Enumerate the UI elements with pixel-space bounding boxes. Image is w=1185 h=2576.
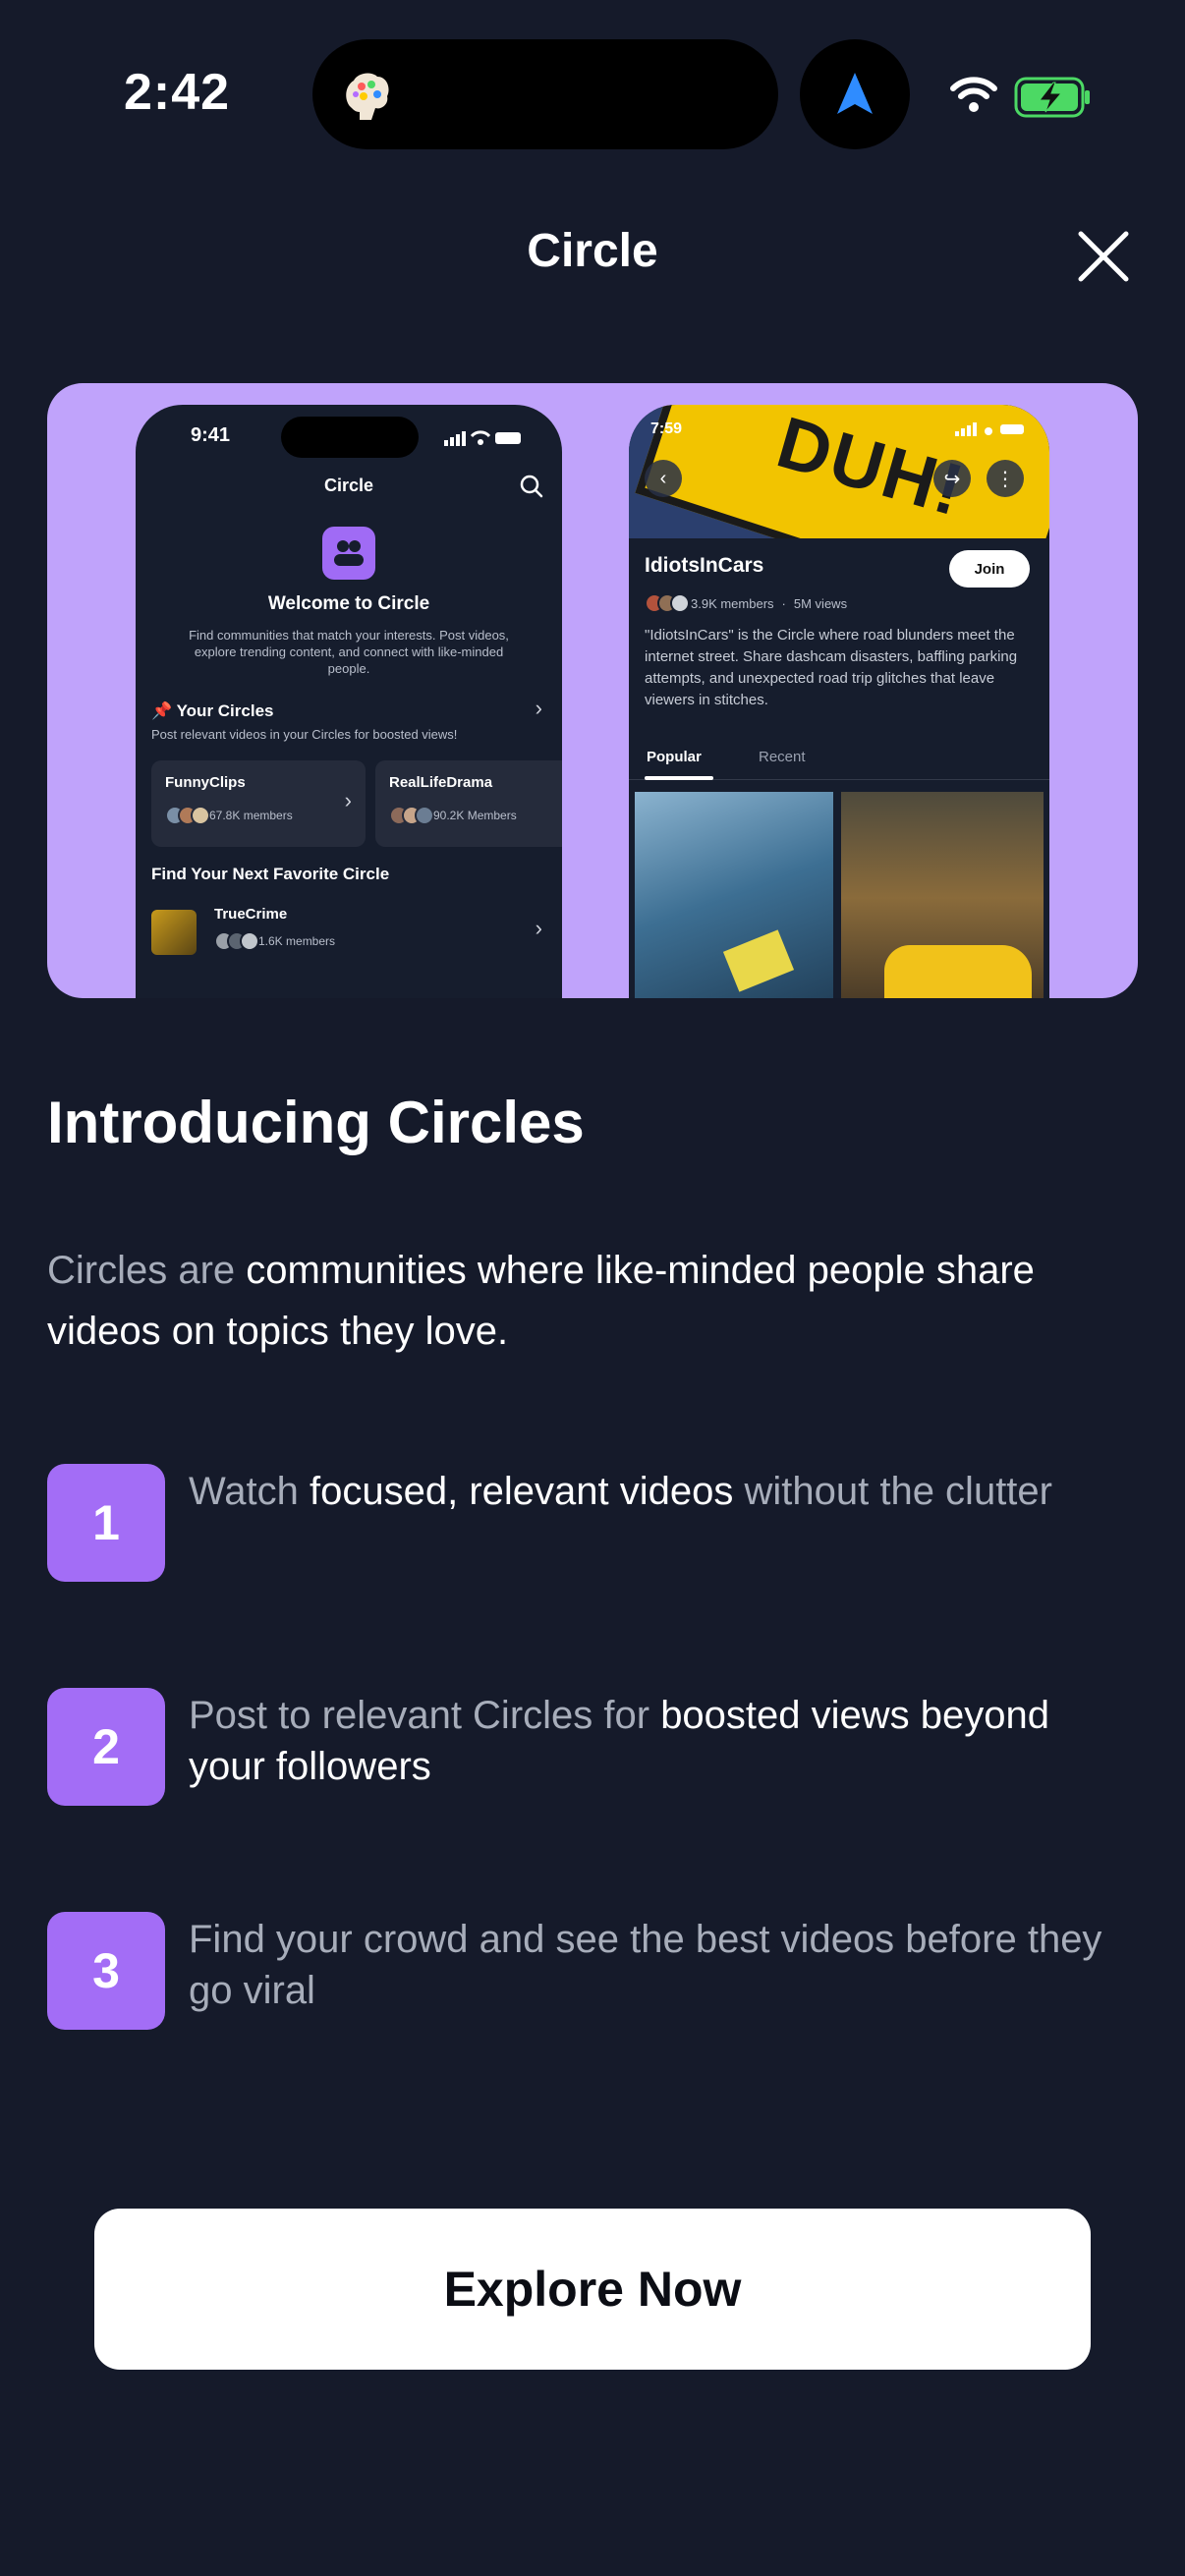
- mockup-island: [281, 417, 419, 458]
- close-icon: [1078, 231, 1129, 282]
- chevron-right-icon: ›: [535, 916, 542, 940]
- circle-description: "IdiotsInCars" is the Circle where road …: [645, 627, 1018, 708]
- mockup-circle-card: FunnyClips 67.8K members ›: [151, 760, 366, 847]
- share-icon: ↪: [933, 460, 971, 497]
- card-meta: 90.2K Members: [389, 806, 517, 825]
- brain-app-icon: [338, 65, 397, 124]
- step-text: Watch focused, relevant videos without t…: [189, 1470, 1052, 1513]
- mockup-circle-card: RealLifeDrama 90.2K Members: [375, 760, 562, 847]
- mockup-time: 7:59: [650, 420, 683, 437]
- member-avatars: [165, 806, 210, 825]
- step-number-badge: 3: [47, 1912, 165, 2030]
- card-name: RealLifeDrama: [389, 774, 493, 791]
- step-text: Post to relevant Circles for boosted vie…: [189, 1694, 1050, 1788]
- phone-mockup-circle: DUH! 7:59 ‹ ↪ ⋮ IdiotsInCars Join 3.9K m…: [629, 405, 1049, 998]
- step-text: Find your crowd and see the best videos …: [189, 1918, 1102, 2012]
- video-thumbnail: [841, 792, 1044, 998]
- join-button-mockup: Join: [949, 550, 1030, 588]
- chevron-right-icon: ›: [535, 696, 542, 720]
- circle-thumbnail: [151, 910, 197, 955]
- feature-step: 3 Find your crowd and see the best video…: [47, 1912, 1138, 2030]
- suggested-name: TrueCrime: [214, 906, 288, 923]
- back-icon: ‹: [645, 460, 682, 497]
- mockup-welcome: Welcome to Circle: [267, 593, 430, 614]
- member-avatars: [389, 806, 434, 825]
- pin-icon: 📌: [151, 701, 173, 720]
- status-time: 2:42: [124, 64, 231, 121]
- circle-meta: 3.9K members · 5M views: [645, 593, 847, 613]
- member-avatars: [214, 931, 259, 951]
- dynamic-island: [312, 39, 778, 149]
- mockup-your-circles: 📌 Your Circles: [151, 701, 274, 720]
- feature-step: 2 Post to relevant Circles for boosted v…: [47, 1688, 1138, 1806]
- member-avatars: [645, 593, 690, 613]
- suggested-meta: 1.6K members: [214, 931, 335, 951]
- mockup-time: 9:41: [191, 424, 231, 446]
- video-thumbnail: [635, 792, 833, 998]
- step-number-badge: 2: [47, 1688, 165, 1806]
- navigation-indicator: [800, 39, 910, 149]
- tab-recent: Recent: [759, 749, 806, 765]
- signal-icon: [444, 430, 521, 446]
- card-meta: 67.8K members: [165, 806, 293, 825]
- circle-banner-image: DUH! 7:59 ‹ ↪ ⋮: [629, 405, 1049, 538]
- tab-popular: Popular: [647, 749, 702, 765]
- hero-illustration: 9:41 Circle Welcome to Circle Find commu…: [47, 383, 1138, 998]
- circle-name: IdiotsInCars: [645, 554, 764, 577]
- circle-logo-icon: [322, 527, 375, 580]
- battery-charging-icon: [1014, 77, 1090, 118]
- mockup-find-next: Find Your Next Favorite Circle: [151, 865, 390, 883]
- navigation-arrow-icon: [837, 73, 873, 114]
- mockup-description: Find communities that match your interes…: [189, 628, 509, 676]
- explore-now-button[interactable]: Explore Now: [94, 2209, 1091, 2370]
- step-number-badge: 1: [47, 1464, 165, 1582]
- chevron-right-icon: ›: [344, 788, 352, 812]
- close-button[interactable]: [1069, 222, 1138, 291]
- phone-mockup-welcome: 9:41 Circle Welcome to Circle Find commu…: [136, 405, 562, 998]
- signal-icon: [955, 422, 1024, 436]
- tab-indicator: [645, 776, 713, 780]
- mockup-title: Circle: [323, 476, 374, 495]
- search-icon: [520, 475, 543, 498]
- page-title: Circle: [527, 225, 658, 277]
- more-icon: ⋮: [987, 460, 1024, 497]
- mockup-your-circles-sub: Post relevant videos in your Circles for…: [151, 727, 458, 742]
- intro-description: Circles are communities where like-minde…: [47, 1249, 1035, 1353]
- feature-step: 1 Watch focused, relevant videos without…: [47, 1464, 1138, 1582]
- wifi-icon: [950, 77, 997, 112]
- intro-title: Introducing Circles: [47, 1090, 585, 1155]
- card-name: FunnyClips: [165, 774, 246, 791]
